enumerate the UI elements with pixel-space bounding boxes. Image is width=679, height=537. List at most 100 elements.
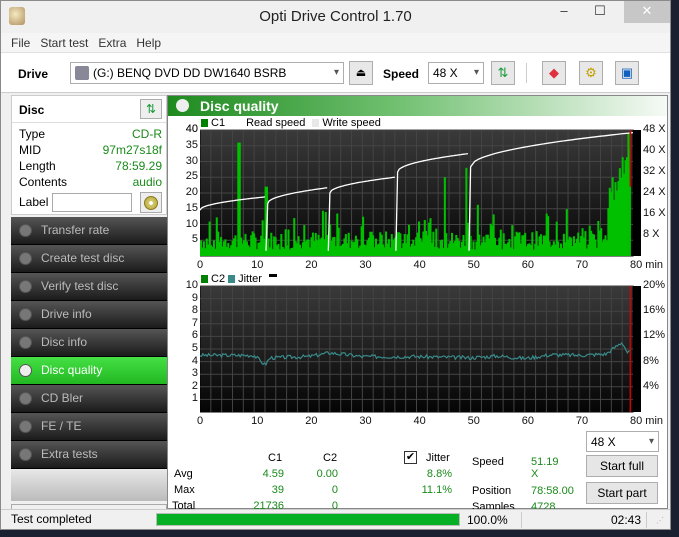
refresh-icon: ⇅ <box>497 65 509 80</box>
x-tick-label: 0 <box>197 415 204 427</box>
disc-mid-row: MID 97m27s18f <box>19 143 162 157</box>
y2-tick-label: 8% <box>643 354 659 367</box>
y-tick-label: 5 <box>191 342 198 354</box>
disc-refresh-button[interactable]: ⇅ <box>140 99 162 119</box>
mid-label: MID <box>19 143 41 157</box>
eraser-icon: ◆ <box>549 65 559 80</box>
y-tick-label: 10 <box>185 279 198 291</box>
y-tick-label: 6 <box>191 329 198 342</box>
start-part-button[interactable]: Start part <box>586 482 658 504</box>
nav-create-test-disc[interactable]: Create test disc <box>11 245 167 273</box>
y2-tick-label: 12% <box>643 329 666 342</box>
nav-drive-info[interactable]: Drive info <box>11 301 167 329</box>
x-tick-label: 70 <box>575 259 589 271</box>
legend-jitter: Jitter <box>238 273 262 285</box>
label-input[interactable] <box>52 193 132 212</box>
menu-file[interactable]: File <box>11 33 30 52</box>
nav-transfer-rate[interactable]: Transfer rate <box>11 217 167 245</box>
y2-tick-label: 16% <box>643 304 666 317</box>
disc-icon <box>19 336 32 349</box>
contents-label: Contents <box>19 175 68 189</box>
save-button[interactable]: ▣ <box>615 61 639 85</box>
menu-bar: File Start test Extra Help <box>1 33 670 53</box>
menu-extra[interactable]: Extra <box>98 33 126 52</box>
jitter-checkbox[interactable]: ✔ <box>404 451 417 464</box>
x-tick-label: 10 <box>251 415 264 427</box>
avg-c1: 4.59 <box>262 468 284 480</box>
eject-button[interactable]: ⏏ <box>349 61 373 85</box>
chevron-down-icon: ▾ <box>473 67 479 78</box>
nav-fe-te[interactable]: FE / TE <box>11 413 167 441</box>
legend-write-speed: Write speed <box>322 117 381 129</box>
menu-start-test[interactable]: Start test <box>40 33 88 52</box>
sidebar: Disc ⇅ Type CD-R MID 97m27s18f Length 78:59… <box>11 95 167 525</box>
avg-c2: 0.00 <box>316 468 338 480</box>
x-tick-label: 40 <box>413 415 426 427</box>
x-tick-label: 30 <box>359 259 372 271</box>
right-axis-strip <box>633 130 641 256</box>
nav-label: Drive info <box>41 307 92 321</box>
max-label: Max <box>174 484 195 496</box>
speed-info-value: 51.19 X <box>531 456 559 480</box>
x-tick-label: 80 min <box>630 259 664 271</box>
jitter-label: Jitter <box>426 452 450 464</box>
progress-label: 100.0% <box>467 513 508 527</box>
drive-select[interactable]: (G:) BENQ DVD DD DW1640 BSRB ▾ <box>70 62 344 84</box>
divider <box>12 122 166 123</box>
nav-verify-test-disc[interactable]: Verify test disc <box>11 273 167 301</box>
label-label: Label <box>19 195 49 209</box>
progress-fill <box>157 514 459 525</box>
test-speed-select[interactable]: 48 X ▾ <box>586 431 659 452</box>
y2-tick-label: 24 X <box>643 186 666 198</box>
refresh-button[interactable]: ⇅ <box>491 61 515 85</box>
y-tick-label: 4 <box>191 354 198 367</box>
drive-select-value: (G:) BENQ DVD DD DW1640 BSRB <box>93 66 287 80</box>
right-axis-strip <box>633 286 641 412</box>
read-speed-swatch <box>236 119 244 127</box>
contents-value: audio <box>132 175 162 189</box>
nav-disc-info[interactable]: Disc info <box>11 329 167 357</box>
speed-select[interactable]: 48 X ▾ <box>428 62 484 84</box>
legend-read-speed: Read speed <box>246 117 306 129</box>
nav-label: Extra tests <box>41 447 98 461</box>
speed-select-value: 48 X <box>433 66 458 80</box>
minimize-button[interactable]: ‒ <box>550 1 578 23</box>
x-tick-label: 60 <box>521 259 534 271</box>
toolbar-divider <box>526 63 527 83</box>
y-tick-label: 20 <box>185 186 198 198</box>
chart1-legend: C1 Read speed Write speed <box>201 117 381 129</box>
refresh-icon: ⇅ <box>145 102 157 116</box>
position-label: Position <box>472 485 512 497</box>
panel-title: Disc quality <box>200 98 279 114</box>
x-tick-label: 50 <box>467 415 480 427</box>
y-tick-label: 1 <box>191 392 198 405</box>
eject-icon: ⏏ <box>355 67 367 79</box>
type-value: CD-R <box>132 127 162 141</box>
maximize-button[interactable]: ☐ <box>586 1 614 23</box>
disc-label-button[interactable] <box>140 192 162 213</box>
disc-icon <box>19 280 32 293</box>
type-label: Type <box>19 127 46 141</box>
nav-extra-tests[interactable]: Extra tests <box>11 441 167 469</box>
x-tick-label: 20 <box>305 415 318 427</box>
status-text: Test completed <box>11 512 92 526</box>
nav-cd-bler[interactable]: CD Bler <box>11 385 167 413</box>
chevron-down-icon: ▾ <box>333 67 339 78</box>
erase-button[interactable]: ◆ <box>542 61 566 85</box>
disc-icon <box>176 99 189 112</box>
col-c2: C2 <box>323 452 338 464</box>
start-full-button[interactable]: Start full <box>586 455 658 477</box>
speed-label: Speed <box>383 67 420 81</box>
c2-jitter-chart <box>200 285 641 413</box>
resize-grip-icon[interactable]: ⋰ <box>656 516 664 525</box>
close-button[interactable]: ✕ <box>624 1 670 23</box>
y2-tick-label: 40 X <box>643 144 666 156</box>
disc-contents-row: Contents audio <box>19 175 162 189</box>
nav-disc-quality[interactable]: Disc quality <box>11 357 167 385</box>
legend-c2: C2 <box>211 273 226 285</box>
settings-button[interactable]: ⚙ <box>579 61 603 85</box>
position-value: 78:58.00 <box>531 485 574 497</box>
y-tick-label: 30 <box>185 154 198 167</box>
title-bar: Opti Drive Control 1.70 ‒ ☐ ✕ <box>1 1 670 33</box>
menu-help[interactable]: Help <box>136 33 161 52</box>
